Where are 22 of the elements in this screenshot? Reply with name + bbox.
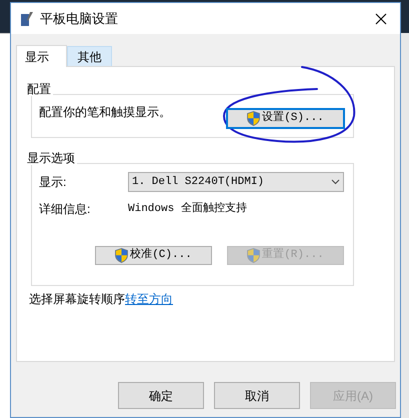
display-label: 显示:: [39, 174, 68, 191]
description-text: 配置你的笔和触摸显示。: [39, 104, 171, 121]
dialog-button[interactable]: 校准(C)...: [95, 246, 212, 265]
dialog-button[interactable]: 取消: [214, 382, 300, 409]
shield-icon: [247, 111, 260, 126]
group-title: 显示选项: [25, 151, 77, 165]
chevron-down-icon: [331, 179, 340, 185]
rotation-text: 选择屏幕旋转顺序转至方向: [29, 291, 174, 308]
close-icon[interactable]: [375, 12, 387, 24]
details-value: Windows 全面触控支持: [128, 201, 247, 217]
dialog-button[interactable]: 确定: [118, 382, 204, 409]
tab[interactable]: 显示: [16, 45, 67, 67]
display-dropdown[interactable]: 1. Dell S2240T(HDMI): [128, 172, 344, 192]
window-title: 平板电脑设置: [40, 10, 119, 28]
shield-icon: [247, 248, 260, 263]
dialog-button[interactable]: 设置(S)...: [227, 109, 344, 128]
orientation-link[interactable]: 转至方向: [125, 292, 173, 306]
tablet-pen-icon: [20, 10, 34, 26]
details-label: 详细信息:: [39, 201, 92, 218]
shield-icon: [115, 248, 128, 263]
group-title: 配置: [25, 82, 53, 96]
tab[interactable]: 其他: [67, 46, 112, 66]
